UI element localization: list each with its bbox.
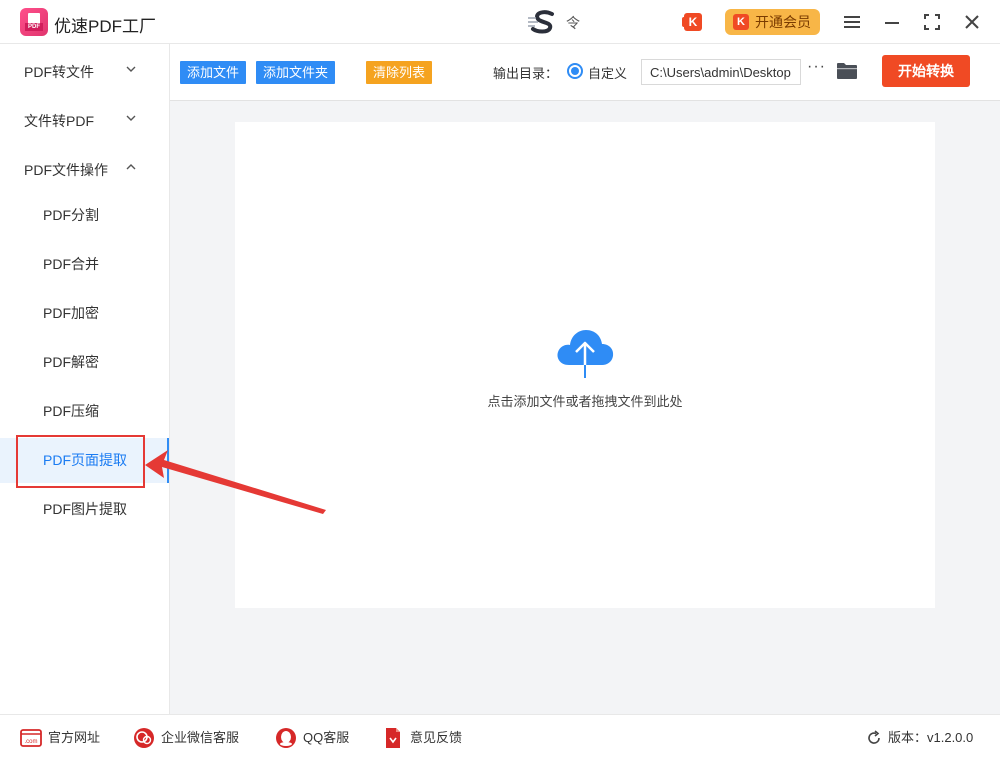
sidebar-item-pdf-compress[interactable]: PDF压缩 — [0, 389, 169, 434]
file-drop-zone[interactable]: 点击添加文件或者拖拽文件到此处 — [235, 122, 935, 608]
qq-label: QQ客服 — [303, 730, 350, 745]
website-label: 官方网址 — [48, 730, 101, 745]
sidebar-group-label: PDF文件操作 — [24, 162, 108, 178]
add-file-button[interactable]: 添加文件 — [180, 61, 247, 84]
k-badge-icon[interactable]: K — [682, 13, 702, 31]
wechat-service-link[interactable]: 企业微信客服 — [133, 727, 253, 749]
sidebar-group-pdf-operations[interactable]: PDF文件操作 — [24, 160, 136, 180]
vip-icon: K — [733, 14, 749, 30]
custom-radio[interactable] — [567, 63, 583, 79]
version-info: 版本：v1.2.0.0 — [866, 727, 973, 749]
feedback-icon — [386, 728, 400, 748]
sidebar-group-pdf-to-file[interactable]: PDF转文件 — [24, 62, 136, 82]
clear-list-button[interactable]: 清除列表 — [366, 61, 433, 84]
close-icon[interactable] — [960, 10, 984, 34]
vip-label: 开通会员 — [755, 14, 811, 30]
main-area: 点击添加文件或者拖拽文件到此处 — [170, 101, 1000, 714]
sidebar-item-pdf-encrypt[interactable]: PDF加密 — [0, 291, 169, 336]
custom-radio-label: 自定义 — [588, 66, 628, 81]
sidebar-group-label: PDF转文件 — [24, 64, 94, 80]
more-icon[interactable]: ··· — [807, 58, 826, 76]
menu-icon[interactable] — [840, 10, 864, 34]
minimize-icon[interactable] — [880, 10, 904, 34]
qq-service-link[interactable]: QQ客服 — [275, 727, 360, 749]
feedback-link[interactable]: 意见反馈 — [382, 727, 472, 749]
s-logo-icon — [528, 10, 554, 34]
maximize-icon[interactable] — [920, 10, 944, 34]
app-title: 优速PDF工厂 — [54, 17, 156, 36]
sidebar: PDF转文件 文件转PDF PDF文件操作 PDF分割 PDF合并 PDF加密 … — [0, 44, 170, 714]
sidebar-item-pdf-merge[interactable]: PDF合并 — [0, 242, 169, 287]
output-dir-label: 输出目录： — [493, 66, 559, 81]
sidebar-item-pdf-page-extract[interactable]: PDF页面提取 — [0, 438, 169, 483]
refresh-icon[interactable] — [866, 730, 882, 746]
sidebar-item-pdf-decrypt[interactable]: PDF解密 — [0, 340, 169, 385]
wechat-label: 企业微信客服 — [161, 730, 240, 745]
svg-text:.com: .com — [24, 739, 37, 745]
chevron-down-icon — [126, 115, 136, 121]
output-path-input[interactable] — [641, 59, 801, 85]
add-folder-button[interactable]: 添加文件夹 — [256, 61, 336, 84]
sidebar-item-pdf-image-extract[interactable]: PDF图片提取 — [0, 487, 169, 532]
folder-icon[interactable] — [837, 62, 857, 80]
feedback-label: 意见反馈 — [410, 730, 463, 745]
sidebar-item-pdf-split[interactable]: PDF分割 — [0, 193, 169, 238]
drop-hint-text: 点击添加文件或者拖拽文件到此处 — [487, 394, 683, 409]
wechat-icon — [134, 728, 154, 748]
official-website-link[interactable]: .com 官方网址 — [20, 727, 110, 749]
chevron-down-icon — [126, 66, 136, 72]
chevron-up-icon — [126, 164, 136, 170]
sidebar-group-label: 文件转PDF — [24, 113, 94, 129]
website-icon: .com — [20, 729, 42, 747]
footer: .com 官方网址 企业微信客服 QQ客服 意见反馈 版本：v1.2.0.0 — [0, 714, 1000, 760]
cloud-upload-icon — [557, 330, 614, 378]
app-logo-icon: PDF — [20, 8, 48, 36]
qq-icon — [276, 728, 296, 748]
sidebar-group-file-to-pdf[interactable]: 文件转PDF — [24, 111, 136, 131]
toolbar: 添加文件 添加文件夹 清除列表 输出目录： 自定义 ··· 开始转换 — [170, 44, 1000, 101]
title-bar: PDF 优速PDF工厂 令 K K 开通会员 — [0, 0, 1000, 44]
vip-button[interactable]: K 开通会员 — [725, 9, 820, 35]
start-convert-button[interactable]: 开始转换 — [882, 55, 970, 87]
header-center-text: 令 — [566, 15, 580, 31]
version-label: 版本：v1.2.0.0 — [888, 730, 974, 745]
